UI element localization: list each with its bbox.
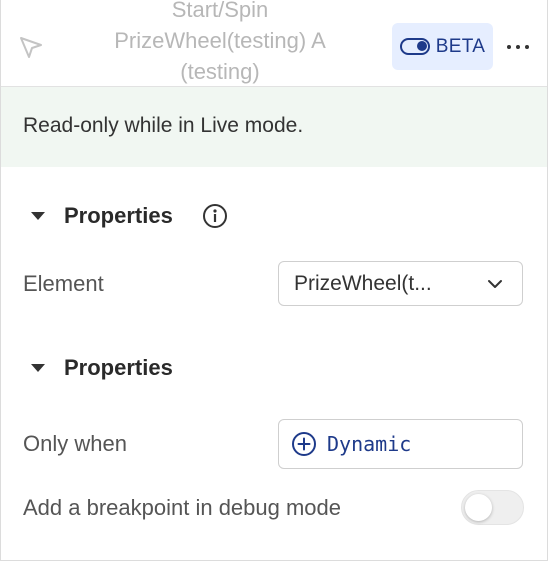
plus-circle-icon bbox=[292, 432, 316, 456]
toggle-icon bbox=[399, 38, 430, 55]
breakpoint-toggle[interactable] bbox=[461, 490, 524, 525]
only-when-label: Only when bbox=[23, 431, 127, 456]
chevron-down-icon bbox=[488, 279, 502, 288]
more-options-button[interactable] bbox=[501, 30, 535, 64]
beta-label: BETA bbox=[435, 35, 486, 57]
panel-header: Start/Spin PrizeWheel(testing) A (testin… bbox=[1, 0, 547, 87]
live-mode-banner: Read-only while in Live mode. bbox=[1, 87, 547, 167]
caret-down-icon bbox=[31, 364, 45, 372]
more-horizontal-icon bbox=[507, 45, 529, 49]
element-label: Element bbox=[23, 271, 104, 296]
beta-toggle-button[interactable]: BETA bbox=[392, 23, 493, 70]
info-icon[interactable] bbox=[202, 203, 228, 229]
toggle-knob bbox=[465, 494, 492, 521]
element-select-value: PrizeWheel(t... bbox=[294, 271, 432, 295]
properties-section-header[interactable]: Properties bbox=[31, 201, 173, 231]
element-title: Start/Spin PrizeWheel(testing) A (testin… bbox=[114, 0, 326, 84]
section-title: Properties bbox=[64, 203, 173, 228]
section-title: Properties bbox=[64, 355, 173, 380]
dynamic-label: Dynamic bbox=[327, 432, 412, 456]
dynamic-button[interactable]: Dynamic bbox=[278, 419, 523, 469]
caret-down-icon bbox=[31, 212, 45, 220]
live-mode-message: Read-only while in Live mode. bbox=[23, 114, 304, 137]
properties-panel: Start/Spin PrizeWheel(testing) A (testin… bbox=[0, 0, 548, 561]
properties-section-header[interactable]: Properties bbox=[31, 353, 173, 383]
element-select[interactable]: PrizeWheel(t... bbox=[278, 261, 523, 306]
cursor-pointer-icon bbox=[20, 37, 42, 58]
breakpoint-label: Add a breakpoint in debug mode bbox=[23, 495, 342, 520]
